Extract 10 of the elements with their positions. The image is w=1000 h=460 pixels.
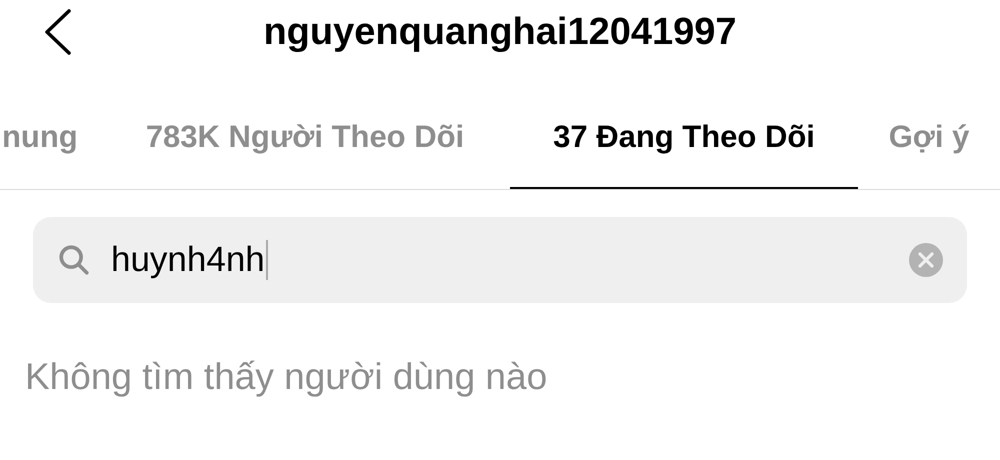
tab[interactable]: 783K Người Theo Dõi — [100, 70, 510, 189]
tab[interactable]: nung — [0, 70, 100, 189]
empty-message: Không tìm thấy người dùng nào — [24, 355, 548, 399]
back-icon — [43, 9, 73, 55]
tab[interactable]: 37 Đang Theo Dõi — [510, 70, 858, 189]
tab[interactable]: Gợi ý — [858, 70, 1000, 189]
search-icon — [57, 243, 91, 277]
window-title: nguyenquanghai12041997 — [263, 10, 737, 54]
search-text: huynh4nh — [111, 238, 265, 281]
search-field[interactable]: huynh4nh — [33, 217, 967, 303]
